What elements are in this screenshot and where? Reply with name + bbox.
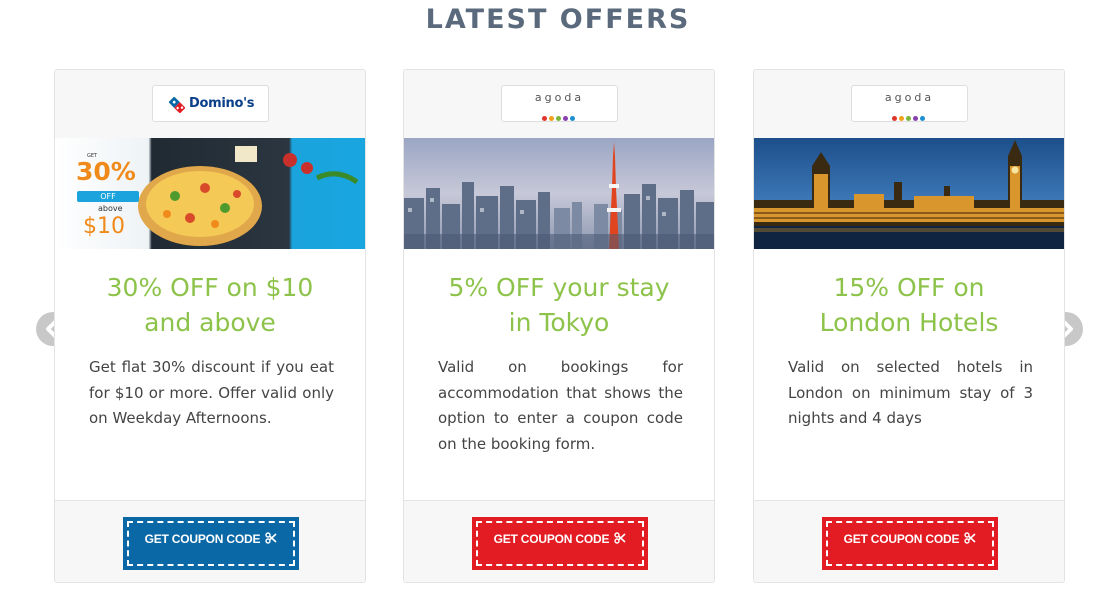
dominos-logo: Domino's [152, 85, 269, 122]
offer-title: 30% OFF on $10 and above [55, 270, 365, 340]
agoda-logo: agoda [501, 85, 618, 122]
offer-title-line2: and above [144, 308, 276, 337]
pizza-promo-image: GET 30% OFF above $10 [55, 138, 365, 249]
agoda-dots [892, 108, 927, 121]
london-parliament-image [754, 138, 1064, 249]
offer-description: Get flat 30% discount if you eat for $10… [89, 358, 334, 427]
agoda-dots [542, 108, 577, 121]
offer-title-line1: 30% OFF on $10 [106, 273, 314, 302]
scissors-icon [265, 532, 277, 544]
offer-title: 15% OFF on London Hotels [754, 270, 1064, 340]
offer-card-agoda-tokyo[interactable]: agoda 5% OFF your stay in Tokyo Valid on… [403, 69, 715, 583]
offer-title-line1: 5% OFF your stay [448, 273, 670, 302]
get-coupon-code-button[interactable]: GET COUPON CODE [822, 517, 998, 570]
card-logo-area: agoda [754, 70, 1064, 138]
dominos-domino-icon [169, 97, 185, 113]
offer-title-line2: London Hotels [819, 308, 999, 337]
promo-above-text: above [98, 204, 123, 213]
offer-title-line1: 15% OFF on [833, 273, 985, 302]
offer-card-dominos[interactable]: Domino's GET 30% OFF above $10 30% OFF o… [54, 69, 366, 583]
dominos-logo-text: Domino's [189, 96, 255, 111]
coupon-button-label: GET COUPON CODE [472, 532, 648, 546]
offer-title: 5% OFF your stay in Tokyo [404, 270, 714, 340]
get-coupon-code-button[interactable]: GET COUPON CODE [472, 517, 648, 570]
tokyo-skyline-image [404, 138, 714, 249]
coupon-label-text: GET COUPON CODE [144, 532, 261, 546]
scissors-icon [964, 532, 976, 544]
card-logo-area: agoda [404, 70, 714, 138]
offer-description: Valid on bookings for accommodation that… [438, 358, 683, 453]
agoda-logo: agoda [851, 85, 968, 122]
offer-title-line2: in Tokyo [508, 308, 610, 337]
promo-amount-text: $10 [83, 214, 125, 239]
promo-off-badge: OFF [77, 191, 139, 202]
agoda-logo-text: agoda [884, 91, 935, 104]
agoda-logo-text: agoda [534, 91, 585, 104]
scissors-icon [614, 532, 626, 544]
get-coupon-code-button[interactable]: GET COUPON CODE [123, 517, 299, 570]
coupon-button-label: GET COUPON CODE [822, 532, 998, 546]
card-logo-area: Domino's [55, 70, 365, 138]
coupon-label-text: GET COUPON CODE [843, 532, 960, 546]
card-footer: GET COUPON CODE [404, 500, 714, 582]
offer-description: Valid on selected hotels in London on mi… [788, 358, 1033, 427]
card-footer: GET COUPON CODE [754, 500, 1064, 582]
coupon-button-label: GET COUPON CODE [123, 532, 299, 546]
card-footer: GET COUPON CODE [55, 500, 365, 582]
coupon-label-text: GET COUPON CODE [493, 532, 610, 546]
section-title: LATEST OFFERS [425, 4, 691, 35]
promo-percent-text: 30% [76, 157, 136, 186]
offer-card-agoda-london[interactable]: agoda 15% OFF on London Hotels Valid on … [753, 69, 1065, 583]
